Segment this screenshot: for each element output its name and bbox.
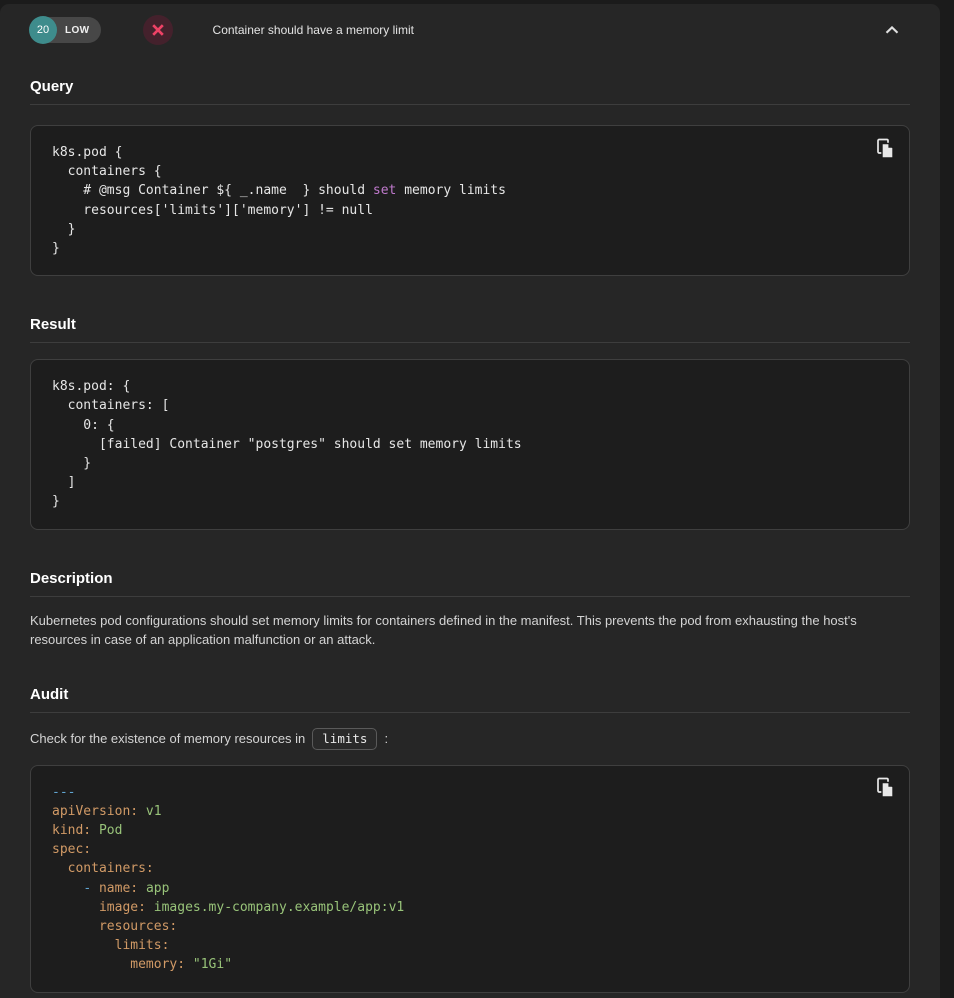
finding-title: Container should have a memory limit	[213, 23, 414, 37]
chevron-up-icon	[885, 26, 899, 34]
query-section: Query k8s.pod { containers { # @msg Cont…	[30, 78, 910, 276]
collapse-button[interactable]	[880, 18, 904, 42]
description-heading: Description	[30, 570, 910, 597]
copy-icon	[876, 138, 895, 159]
audit-text-before: Check for the existence of memory resour…	[30, 728, 305, 750]
inline-code-limits: limits	[312, 728, 377, 750]
copy-button[interactable]	[873, 776, 897, 800]
result-code-block: k8s.pod: { containers: [ 0: { [failed] C…	[30, 359, 910, 529]
finding-count-badge: 20	[29, 16, 57, 44]
audit-intro-text: Check for the existence of memory resour…	[30, 728, 910, 750]
severity-label: LOW	[65, 25, 90, 36]
query-heading: Query	[30, 78, 910, 105]
audit-code-block: ---apiVersion: v1kind: Podspec: containe…	[30, 765, 910, 993]
copy-button[interactable]	[873, 136, 897, 160]
description-section: Description Kubernetes pod configuration…	[30, 570, 910, 650]
result-section: Result k8s.pod: { containers: [ 0: { [fa…	[30, 316, 910, 529]
result-heading: Result	[30, 316, 910, 343]
scrollbar[interactable]	[940, 0, 954, 998]
copy-icon	[876, 777, 895, 798]
description-text: Kubernetes pod configurations should set…	[30, 611, 910, 650]
failed-status-icon	[143, 15, 173, 45]
audit-heading: Audit	[30, 686, 910, 713]
audit-section: Audit Check for the existence of memory …	[30, 686, 910, 993]
finding-header[interactable]: 20 LOW Container should have a memory li…	[0, 4, 940, 56]
severity-badge: 20 LOW	[30, 17, 101, 43]
audit-text-after: :	[384, 728, 388, 750]
finding-panel: 20 LOW Container should have a memory li…	[0, 4, 940, 998]
query-code-block: k8s.pod { containers { # @msg Container …	[30, 125, 910, 276]
